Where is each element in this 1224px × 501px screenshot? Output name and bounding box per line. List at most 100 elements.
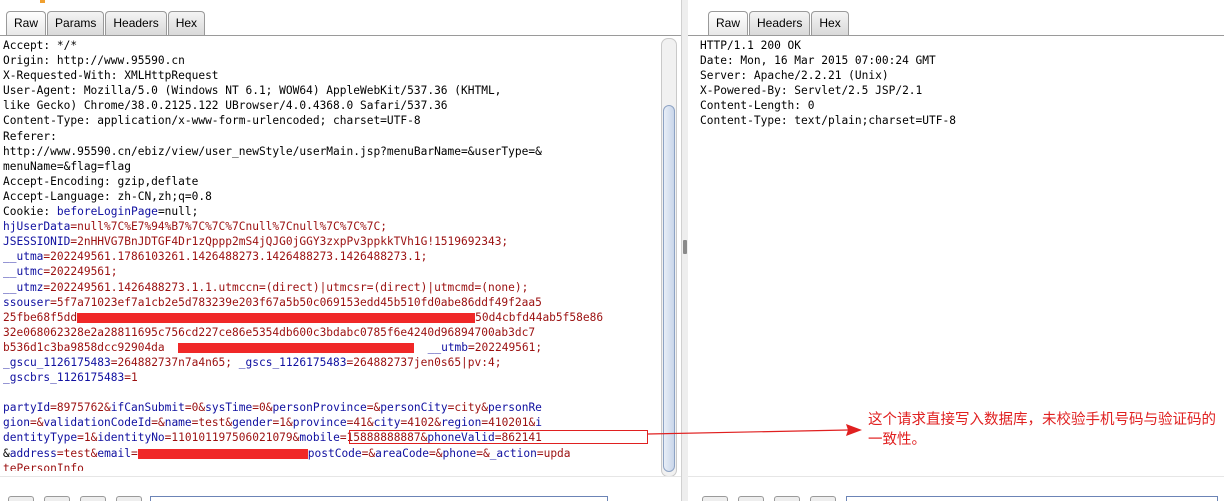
param-name: _gscu_1126175483	[3, 355, 111, 369]
request-line: Accept-Language: zh-CN,zh;q=0.8	[3, 189, 659, 204]
request-search-bar	[0, 476, 681, 501]
param-value: =&	[429, 446, 443, 460]
param-value: tePersonInfo	[3, 461, 84, 471]
param-name: personRe	[488, 401, 542, 415]
annotation-note: 这个请求直接写入数据库，未校验手机号码与验证码的一致性。	[868, 412, 1216, 448]
param-value: =city&	[447, 401, 489, 415]
param-value: =1	[124, 371, 138, 385]
request-pane: Raw Params Headers Hex Accept: */* Origin…	[0, 0, 681, 501]
top-strip	[0, 0, 681, 4]
request-line: __utmc=202249561;	[3, 264, 659, 279]
param-name: validationCodeId	[43, 416, 152, 430]
param-value: =test&	[56, 446, 98, 460]
tab-params[interactable]: Params	[47, 11, 105, 35]
response-line: HTTP/1.1 200 OK	[700, 39, 802, 52]
param-name: __utmz	[3, 280, 44, 294]
prev-button[interactable]	[44, 496, 70, 501]
response-line: Content-Length: 0	[700, 99, 815, 113]
param-name: postCode	[307, 446, 362, 460]
request-line: ssouser=5f7a71023ef7a1cb2e5d783239e203f6…	[3, 295, 659, 310]
request-line: hjUserData=null%7C%E7%94%B7%7C%7C%7Cnull…	[3, 219, 659, 234]
param-name: gion	[3, 416, 30, 430]
add-button[interactable]	[774, 496, 800, 501]
param-value: =202249561.1426488273.1.1.utmccn=(direct…	[43, 280, 529, 294]
param-name: address	[9, 446, 57, 460]
param-value: =null%7C%E7%94%B7%7C%7C%7Cnull%7Cnull%7C…	[70, 220, 387, 234]
param-value: =264882737jen0s65|pv:4;	[346, 355, 502, 369]
header-text: http://www.95590.cn/ebiz/view/user_newSt…	[3, 144, 542, 158]
redaction-bar	[137, 448, 308, 459]
request-line: 32e068062328e2a28811695c756cd227ce86e535…	[3, 325, 659, 340]
request-line: 25fbe68f5dd 50d4cbfd44ab5f58e86	[3, 310, 659, 325]
param-name: _gscs_1126175483	[238, 355, 347, 369]
help-button[interactable]	[702, 496, 728, 501]
param-name: personCity	[380, 401, 448, 415]
response-editor[interactable]: HTTP/1.1 200 OK Date: Mon, 16 Mar 2015 07…	[700, 38, 1220, 471]
request-line: _gscu_1126175483=264882737n7a4n65; _gscs…	[3, 355, 659, 370]
help-button[interactable]	[8, 496, 34, 501]
request-line	[3, 385, 659, 400]
request-line: http://www.95590.cn/ebiz/view/user_newSt…	[3, 144, 659, 159]
param-name: beforeLoginPage	[56, 205, 158, 219]
scrollbar-thumb[interactable]	[663, 105, 675, 472]
request-line: menuName=&flag=flag	[3, 159, 659, 174]
request-line: __utmz=202249561.1426488273.1.1.utmccn=(…	[3, 280, 659, 295]
tab-hex[interactable]: Hex	[811, 11, 849, 35]
param-name: __utma	[3, 250, 44, 264]
add-button[interactable]	[80, 496, 106, 501]
param-name: city	[373, 416, 401, 430]
prev-button[interactable]	[738, 496, 764, 501]
param-value: 25fbe68f5dd	[3, 310, 78, 324]
tab-raw[interactable]: Raw	[6, 11, 47, 35]
request-editor[interactable]: Accept: */* Origin: http://www.95590.cn X-…	[3, 38, 659, 471]
header-text: like Gecko) Chrome/38.0.2125.122 UBrowse…	[3, 99, 448, 113]
header-text: menuName=&flag=flag	[3, 159, 131, 173]
request-scrollbar[interactable]	[661, 38, 677, 477]
param-name: name	[164, 416, 192, 430]
param-name: province	[292, 416, 347, 430]
param-value: =&	[151, 416, 165, 430]
param-value: =410201&	[481, 416, 536, 430]
redaction-bar	[77, 312, 476, 323]
next-button[interactable]	[116, 496, 142, 501]
tab-headers[interactable]: Headers	[105, 11, 167, 35]
splitter-grip-icon[interactable]	[683, 240, 687, 254]
request-line: Content-Type: application/x-www-form-url…	[3, 113, 659, 128]
param-name: _gscbrs_1126175483	[3, 371, 125, 385]
search-input[interactable]	[846, 496, 1218, 501]
header-text: Cookie:	[3, 205, 57, 219]
next-button[interactable]	[810, 496, 836, 501]
tab-raw[interactable]: Raw	[708, 11, 749, 35]
param-value: =202249561.1786103261.1426488273.1426488…	[43, 250, 428, 264]
header-text: Referer:	[3, 129, 57, 143]
tab-headers[interactable]: Headers	[749, 11, 811, 35]
header-text: Content-Type: application/x-www-form-url…	[3, 114, 421, 128]
param-value: =41&	[346, 416, 374, 430]
tab-underline	[688, 35, 1224, 36]
request-line: Origin: http://www.95590.cn	[3, 53, 659, 68]
param-value: =1&	[272, 416, 293, 430]
tab-hex[interactable]: Hex	[167, 11, 206, 35]
search-input[interactable]	[150, 496, 608, 501]
param-name: dentityType	[3, 431, 78, 445]
param-name: gender	[232, 416, 273, 430]
redaction-bar	[178, 342, 415, 353]
header-text: Accept: */*	[3, 39, 78, 52]
param-name: personProvince	[272, 401, 367, 415]
response-tabbar: Raw Headers Hex	[708, 11, 850, 35]
request-line: gion=&validationCodeId=&name=test&gender…	[3, 415, 659, 430]
param-name: partyId	[3, 401, 51, 415]
response-line: Content-Type: text/plain;charset=UTF-8	[700, 114, 956, 128]
param-value: =test&	[191, 416, 233, 430]
param-name: _action	[489, 446, 537, 460]
request-line: JSESSIONID=2nHHVG7BnJDTGF4Dr1zQppp2mS4jQ…	[3, 234, 659, 249]
request-line: Cookie: beforeLoginPage=null;	[3, 204, 659, 219]
request-line: X-Requested-With: XMLHttpRequest	[3, 68, 659, 83]
param-name: __utmc	[3, 265, 44, 279]
request-line: partyId=8975762&ifCanSubmit=0&sysTime=0&…	[3, 400, 659, 415]
param-value: =2nHHVG7BnJDTGF4Dr1zQppp2mS4jQJG0jGGY3zx…	[70, 235, 509, 249]
header-text: &	[3, 446, 10, 460]
header-text: =null;	[157, 205, 199, 219]
param-name: phone	[442, 446, 477, 460]
param-name: i	[535, 416, 542, 430]
